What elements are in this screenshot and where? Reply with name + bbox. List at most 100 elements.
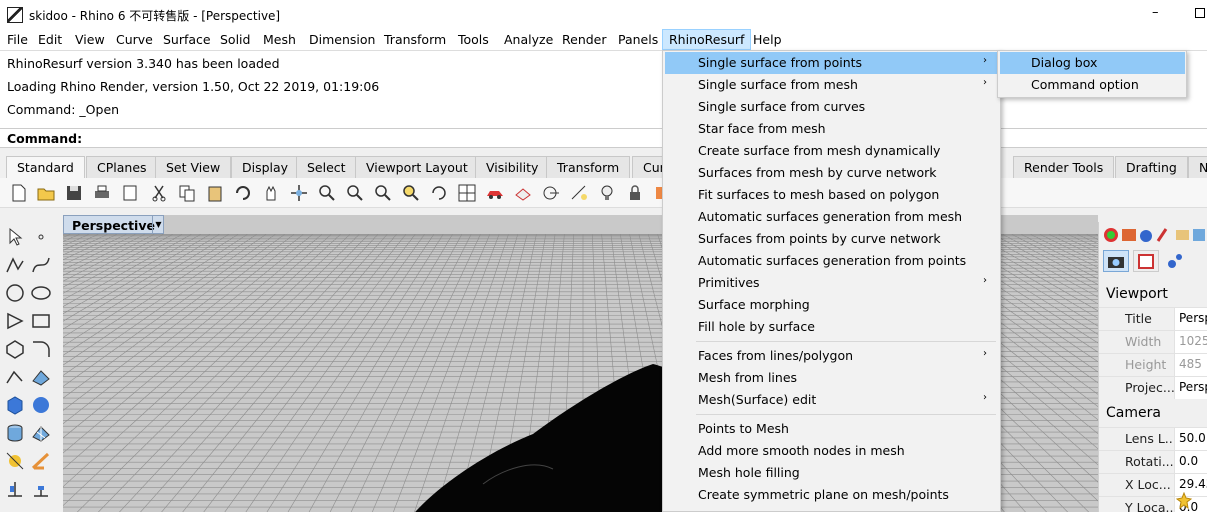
frame-tab[interactable]: [1133, 250, 1159, 272]
menu-item-fit-surfaces-to-mesh[interactable]: Fit surfaces to mesh based on polygon: [665, 184, 999, 206]
menu-dimension[interactable]: Dimension: [309, 32, 375, 47]
prop-row-lens-length[interactable]: Lens L... 50.0: [1099, 427, 1207, 450]
menu-rhinoresurf[interactable]: RhinoResurf: [662, 29, 752, 50]
menu-item-auto-surfaces-from-mesh[interactable]: Automatic surfaces generation from mesh: [665, 206, 999, 228]
place-camera-icon[interactable]: [1175, 492, 1193, 510]
menu-item-mesh-hole-filling[interactable]: Mesh hole filling: [665, 462, 999, 484]
align-icon[interactable]: [4, 478, 26, 500]
menu-item-fill-hole-by-surface[interactable]: Fill hole by surface: [665, 316, 999, 338]
point-icon[interactable]: [30, 226, 52, 248]
minimize-button[interactable]: –: [1152, 5, 1159, 20]
undo-icon[interactable]: [233, 183, 253, 203]
rectangle-icon[interactable]: [30, 310, 52, 332]
circle-icon[interactable]: [4, 282, 26, 304]
tab-select[interactable]: Select: [296, 156, 357, 178]
cut-icon[interactable]: [149, 183, 169, 203]
paste-icon[interactable]: [205, 183, 225, 203]
menu-item-add-smooth-nodes[interactable]: Add more smooth nodes in mesh: [665, 440, 999, 462]
light-bulb-icon[interactable]: [597, 183, 617, 203]
menu-surface[interactable]: Surface: [163, 32, 211, 47]
save-icon[interactable]: [64, 183, 84, 203]
menu-transform[interactable]: Transform: [384, 32, 446, 47]
prop-row-height[interactable]: Height 485: [1099, 353, 1207, 376]
dimension-icon[interactable]: [30, 478, 52, 500]
camera-tab[interactable]: [1103, 250, 1129, 272]
menu-item-surface-morphing[interactable]: Surface morphing: [665, 294, 999, 316]
new-file-icon[interactable]: [9, 183, 29, 203]
arc-icon[interactable]: [4, 310, 26, 332]
sphere-icon[interactable]: [30, 394, 52, 416]
cylinder-icon[interactable]: [4, 422, 26, 444]
menu-item-create-surface-from-mesh-dynamically[interactable]: Create surface from mesh dynamically: [665, 140, 999, 162]
menu-item-single-surface-from-points[interactable]: Single surface from points ›: [665, 52, 999, 74]
menu-item-primitives[interactable]: Primitives ›: [665, 272, 999, 294]
prop-row-width[interactable]: Width 1025: [1099, 330, 1207, 353]
menu-item-single-surface-from-mesh[interactable]: Single surface from mesh ›: [665, 74, 999, 96]
surface-icon[interactable]: [30, 366, 52, 388]
zoom-window-icon[interactable]: [345, 183, 365, 203]
lock-icon[interactable]: [625, 183, 645, 203]
tab-cplanes[interactable]: CPlanes: [86, 156, 158, 178]
menu-view[interactable]: View: [75, 32, 105, 47]
ellipse-icon[interactable]: [30, 282, 52, 304]
menu-item-points-to-mesh[interactable]: Points to Mesh: [665, 418, 999, 440]
tab-visibility[interactable]: Visibility: [475, 156, 550, 178]
move-arrow-icon[interactable]: [30, 450, 52, 472]
select-arrow-icon[interactable]: [4, 226, 26, 248]
zoom-selected-icon[interactable]: [401, 183, 421, 203]
prop-value[interactable]: 0.0: [1174, 451, 1207, 473]
menu-item-single-surface-from-curves[interactable]: Single surface from curves: [665, 96, 999, 118]
osnap-icon[interactable]: [541, 183, 561, 203]
submenu-item-command-option[interactable]: Command option: [1000, 74, 1185, 96]
mesh-icon[interactable]: [30, 422, 52, 444]
menu-item-create-symmetric-plane[interactable]: Create symmetric plane on mesh/points: [665, 484, 999, 506]
open-folder-icon[interactable]: [36, 183, 56, 203]
prop-row-rotation[interactable]: Rotati... 0.0: [1099, 450, 1207, 473]
tab-display[interactable]: Display: [231, 156, 300, 178]
viewport-title-tab[interactable]: Perspective ▼: [63, 215, 164, 234]
menu-analyze[interactable]: Analyze: [504, 32, 553, 47]
menu-tools[interactable]: Tools: [458, 32, 489, 47]
submenu-item-dialog-box[interactable]: Dialog box: [1000, 52, 1185, 74]
panel-tabs-icons[interactable]: [1102, 226, 1206, 244]
copy-icon[interactable]: [177, 183, 197, 203]
four-viewports-icon[interactable]: [457, 183, 477, 203]
curve-cv-icon[interactable]: [30, 254, 52, 276]
grid-snap-icon[interactable]: [569, 183, 589, 203]
menu-file[interactable]: File: [7, 32, 28, 47]
edit-points-icon[interactable]: [4, 366, 26, 388]
fillet-icon[interactable]: [30, 338, 52, 360]
menu-edit[interactable]: Edit: [38, 32, 62, 47]
menu-item-mesh-from-lines[interactable]: Mesh from lines: [665, 367, 999, 389]
menu-help[interactable]: Help: [753, 32, 782, 47]
undo-view-icon[interactable]: [429, 183, 449, 203]
polygon-icon[interactable]: [4, 338, 26, 360]
menu-item-surfaces-from-points-by-curve-network[interactable]: Surfaces from points by curve network: [665, 228, 999, 250]
command-prompt[interactable]: Command:: [0, 128, 1207, 148]
transform-tools-icon[interactable]: [4, 450, 26, 472]
prop-value[interactable]: Persp: [1174, 377, 1207, 399]
tab-render-tools[interactable]: Render Tools: [1013, 156, 1115, 178]
pan-hand-icon[interactable]: [261, 183, 281, 203]
prop-row-projection[interactable]: Projec... Persp: [1099, 376, 1207, 399]
tab-more[interactable]: N: [1188, 156, 1207, 178]
properties-icon[interactable]: [120, 183, 140, 203]
prop-value[interactable]: Persp: [1174, 308, 1207, 330]
zoom-extents-icon[interactable]: [373, 183, 393, 203]
tab-drafting[interactable]: Drafting: [1115, 156, 1188, 178]
tab-set-view[interactable]: Set View: [155, 156, 232, 178]
menu-curve[interactable]: Curve: [116, 32, 153, 47]
shaded-view-icon[interactable]: [513, 183, 533, 203]
display-tab[interactable]: [1163, 250, 1189, 272]
menu-mesh[interactable]: Mesh: [263, 32, 296, 47]
maximize-button[interactable]: [1195, 8, 1205, 18]
print-icon[interactable]: [92, 183, 112, 203]
menu-panels[interactable]: Panels: [618, 32, 658, 47]
polyline-icon[interactable]: [4, 254, 26, 276]
prop-row-title[interactable]: Title Persp: [1099, 307, 1207, 330]
zoom-icon[interactable]: [317, 183, 337, 203]
rotate-view-icon[interactable]: [289, 183, 309, 203]
menu-item-surfaces-from-mesh-by-curve-network[interactable]: Surfaces from mesh by curve network: [665, 162, 999, 184]
box-icon[interactable]: [4, 394, 26, 416]
menu-item-auto-surfaces-from-points[interactable]: Automatic surfaces generation from point…: [665, 250, 999, 272]
